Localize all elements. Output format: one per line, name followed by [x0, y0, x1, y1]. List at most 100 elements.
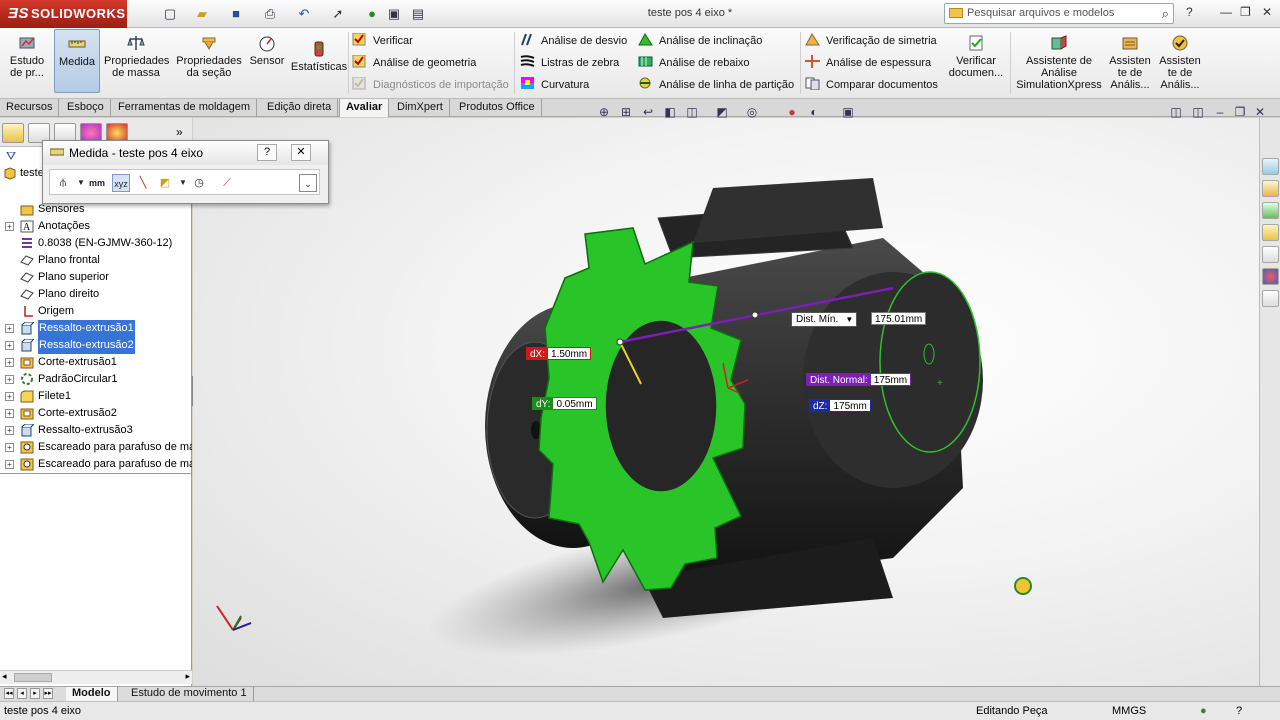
- undercut-analysis-button[interactable]: Análise de rebaixo: [638, 55, 750, 70]
- zoom-to-area-icon[interactable]: ⊞: [618, 104, 634, 120]
- restore-button[interactable]: ❐: [1240, 5, 1251, 19]
- close-button[interactable]: ✕: [1262, 5, 1272, 19]
- draft-analysis-button[interactable]: Análise de inclinação: [638, 33, 762, 48]
- tree-item-plano-superior[interactable]: Plano superior: [0, 269, 192, 286]
- check-button[interactable]: Verificar: [352, 33, 413, 48]
- scroll-left-icon[interactable]: ◂: [2, 671, 7, 682]
- tree-item-escareado-2[interactable]: + Escareado para parafuso de ma: [0, 456, 192, 473]
- status-units[interactable]: MMGS: [1112, 702, 1146, 720]
- expand-icon[interactable]: +: [5, 392, 14, 401]
- zebra-stripes-button[interactable]: Listras de zebra: [520, 55, 619, 70]
- parting-line-analysis-button[interactable]: Análise de linha de partição: [638, 77, 794, 92]
- rebuild-icon[interactable]: ●: [364, 5, 380, 23]
- measure-dialog-header[interactable]: Medida - teste pos 4 eixo ? ✕: [43, 141, 328, 165]
- design-study-button[interactable]: Estudo de pr...: [4, 34, 50, 79]
- expand-tabs-icon[interactable]: »: [176, 125, 183, 139]
- tree-item-anotacoes[interactable]: + A Anotações: [0, 218, 192, 235]
- print-icon[interactable]: ⎙: [262, 5, 278, 23]
- viewport-restore-icon[interactable]: ❐: [1232, 104, 1248, 120]
- view-palette-icon[interactable]: [1262, 224, 1279, 241]
- projection-icon[interactable]: ◩: [156, 174, 174, 192]
- mass-properties-button[interactable]: Propriedades de massa: [104, 34, 169, 79]
- analysis-wizard-button-1[interactable]: Assisten te de Anális...: [1108, 34, 1152, 91]
- display-style-icon[interactable]: ◩: [714, 104, 730, 120]
- graphics-area[interactable]: + Dist. Mín. ▼ 175.01mm dX: 1.50mm Dist. …: [193, 118, 1259, 686]
- create-sensor-icon[interactable]: ⟋: [218, 174, 236, 192]
- featuremanager-tab-icon[interactable]: [2, 123, 24, 143]
- help-button[interactable]: ?: [257, 144, 277, 161]
- hide-show-items-icon[interactable]: ◎: [744, 104, 760, 120]
- measure-history-icon[interactable]: ◷: [190, 174, 208, 192]
- dist-min-select[interactable]: Dist. Mín. ▼: [791, 312, 858, 327]
- statistics-button[interactable]: Estatísticas: [290, 40, 348, 73]
- custom-properties-icon[interactable]: [1262, 290, 1279, 307]
- edit-appearance-icon[interactable]: ●: [784, 104, 800, 120]
- tree-item-material[interactable]: 0.8038 (EN-GJMW-360-12): [0, 235, 192, 252]
- help-status-icon[interactable]: ?: [1236, 702, 1242, 720]
- section-properties-button[interactable]: Propriedades da seção: [176, 34, 242, 79]
- 3d-model[interactable]: +: [193, 118, 1259, 686]
- last-tab-icon[interactable]: ▸▸: [43, 688, 53, 699]
- units-precision-icon[interactable]: mm: [88, 174, 106, 192]
- arc-circle-measurements-icon[interactable]: ⫛: [54, 174, 72, 192]
- solidworks-resources-icon[interactable]: [1262, 158, 1279, 175]
- tree-item-ressalto-extrusao2[interactable]: + Ressalto-extrusão2: [0, 337, 192, 354]
- expand-dialog-icon[interactable]: ⌄: [299, 174, 317, 192]
- viewport-minimize-icon[interactable]: –: [1212, 104, 1228, 120]
- expand-icon[interactable]: +: [5, 375, 14, 384]
- point-to-point-icon[interactable]: ╲: [134, 174, 152, 192]
- tile-view-icon[interactable]: ◫: [1190, 104, 1206, 120]
- expand-icon[interactable]: +: [5, 358, 14, 367]
- close-button[interactable]: ✕: [291, 144, 311, 161]
- tab-esboco[interactable]: Esboço: [61, 99, 111, 117]
- zoom-to-fit-icon[interactable]: ⊕: [596, 104, 612, 120]
- horizontal-scrollbar[interactable]: ◂ ▸: [0, 670, 192, 684]
- file-explorer-icon[interactable]: [1262, 202, 1279, 219]
- tab-recursos[interactable]: Recursos: [0, 99, 60, 117]
- deviation-analysis-button[interactable]: Análise de desvio: [520, 33, 627, 48]
- tab-estudo-de-movimento[interactable]: Estudo de movimento 1: [125, 687, 254, 701]
- curvature-button[interactable]: Curvatura: [520, 77, 589, 92]
- symmetry-check-button[interactable]: Verificação de simetria: [805, 33, 937, 48]
- tree-item-plano-frontal[interactable]: Plano frontal: [0, 252, 192, 269]
- select-arrow-icon[interactable]: ➚: [330, 5, 346, 23]
- view-orientation-icon[interactable]: ◫: [684, 104, 700, 120]
- geometry-analysis-button[interactable]: Análise de geometria: [352, 55, 476, 70]
- analysis-wizard-button-2[interactable]: Assisten te de Anális...: [1158, 34, 1202, 91]
- tree-item-filete1[interactable]: + Filete1: [0, 388, 192, 405]
- expand-icon[interactable]: +: [5, 324, 14, 333]
- expand-icon[interactable]: +: [5, 460, 14, 469]
- section-view-icon[interactable]: ◧: [662, 104, 678, 120]
- tree-item-escareado-1[interactable]: + Escareado para parafuso de ma: [0, 439, 192, 456]
- appearances-icon[interactable]: [1262, 246, 1279, 263]
- scenes-icon[interactable]: [1262, 268, 1279, 285]
- previous-view-icon[interactable]: ↩: [640, 104, 656, 120]
- tree-item-ressalto-extrusao1[interactable]: + Ressalto-extrusão1: [0, 320, 192, 337]
- save-icon[interactable]: ■: [228, 5, 244, 23]
- tab-ferramentas-de-moldagem[interactable]: Ferramentas de moldagem: [112, 99, 258, 117]
- tab-edicao-direta[interactable]: Edição direta: [261, 99, 339, 117]
- compare-documents-button[interactable]: Comparar documentos: [805, 77, 938, 92]
- search-input[interactable]: Pesquisar arquivos e modelos ⌕: [944, 3, 1174, 24]
- apply-scene-icon[interactable]: ◐: [806, 104, 822, 120]
- split-view-icon[interactable]: ◫: [1168, 104, 1184, 120]
- xyz-measure-icon[interactable]: xyz: [112, 174, 130, 192]
- file-properties-icon[interactable]: ▤: [410, 5, 426, 23]
- design-library-icon[interactable]: [1262, 180, 1279, 197]
- tab-dimxpert[interactable]: DimXpert: [391, 99, 450, 117]
- expand-icon[interactable]: +: [5, 443, 14, 452]
- prev-tab-icon[interactable]: ◂: [17, 688, 27, 699]
- next-tab-icon[interactable]: ▸: [30, 688, 40, 699]
- first-tab-icon[interactable]: ◂◂: [4, 688, 14, 699]
- tree-item-corte-extrusao2[interactable]: + Corte-extrusão2: [0, 405, 192, 422]
- sensor-button[interactable]: Sensor: [248, 34, 286, 67]
- tree-item-origem[interactable]: Origem: [0, 303, 192, 320]
- tree-item-ressalto-extrusao3[interactable]: + Ressalto-extrusão3: [0, 422, 192, 439]
- help-icon[interactable]: ?: [1186, 5, 1193, 19]
- expand-icon[interactable]: +: [5, 222, 14, 231]
- new-document-icon[interactable]: ▢: [162, 5, 178, 23]
- tree-root[interactable]: teste: [0, 165, 42, 182]
- rebuild-status-icon[interactable]: ●: [1200, 702, 1207, 720]
- expand-icon[interactable]: +: [5, 341, 14, 350]
- tab-modelo[interactable]: Modelo: [66, 687, 118, 701]
